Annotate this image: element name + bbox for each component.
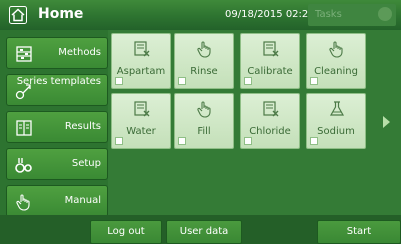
shortcut-area: Aspartam Rinse Calibrate Cleaning Water …	[108, 30, 401, 215]
shortcut-label: Calibrate	[247, 66, 293, 77]
sidebar-item-results[interactable]: Results	[6, 111, 108, 143]
sidebar-item-label: Manual	[64, 195, 101, 206]
tasks-button[interactable]: Tasks	[308, 4, 396, 26]
methods-icon	[16, 46, 32, 62]
shortcut-label: Cleaning	[314, 66, 358, 77]
shortcut-corner-icon	[244, 137, 252, 145]
method-icon	[263, 101, 279, 117]
tasks-indicator-icon	[378, 7, 392, 21]
shortcut-label: Aspartam	[116, 66, 166, 77]
shortcut-corner-icon	[310, 77, 318, 85]
shortcut-chloride[interactable]: Chloride	[240, 93, 300, 149]
shortcut-corner-icon	[310, 137, 318, 145]
shortcut-rinse[interactable]: Rinse	[174, 33, 234, 89]
sidebar-item-series-templates[interactable]: Series templates	[6, 74, 108, 106]
sidebar-item-label: Results	[64, 121, 101, 132]
shortcut-calibrate[interactable]: Calibrate	[240, 33, 300, 89]
shortcut-fill[interactable]: Fill	[174, 93, 234, 149]
home-icon[interactable]	[9, 6, 27, 24]
shortcut-corner-icon	[178, 77, 186, 85]
shortcut-corner-icon	[115, 77, 123, 85]
tasks-label: Tasks	[315, 9, 342, 20]
shortcut-label: Chloride	[249, 126, 291, 137]
shortcut-label: Water	[126, 126, 156, 137]
sidebar-item-setup[interactable]: Setup	[6, 148, 108, 180]
header-bar: Home 09/18/2015 02:25 pm Tasks	[0, 0, 401, 31]
sidebar-item-methods[interactable]: Methods	[6, 37, 108, 69]
sidebar: Methods Series templates Results Setup M…	[0, 30, 108, 217]
shortcut-corner-icon	[244, 77, 252, 85]
results-icon	[16, 120, 32, 136]
method-icon	[134, 101, 150, 117]
sidebar-item-label: Methods	[58, 47, 101, 58]
shortcut-label: Fill	[197, 126, 211, 137]
hand-icon	[329, 41, 343, 58]
user-data-button[interactable]: User data	[166, 220, 242, 244]
shortcut-corner-icon	[115, 137, 123, 145]
shortcut-label: Rinse	[190, 66, 218, 77]
logout-button[interactable]: Log out	[90, 220, 162, 244]
start-button[interactable]: Start	[317, 220, 401, 244]
shortcut-sodium[interactable]: Sodium	[306, 93, 366, 149]
shortcut-corner-icon	[178, 137, 186, 145]
next-page-arrow-icon[interactable]	[383, 116, 390, 128]
shortcut-cleaning[interactable]: Cleaning	[306, 33, 366, 89]
setup-icon	[15, 158, 32, 173]
shortcut-aspartam[interactable]: Aspartam	[111, 33, 171, 89]
hand-icon	[197, 101, 211, 118]
sidebar-item-label: Setup	[71, 158, 101, 169]
shortcut-label: Sodium	[317, 126, 355, 137]
method-icon	[263, 41, 279, 57]
flask-icon	[329, 101, 345, 116]
shortcut-water[interactable]: Water	[111, 93, 171, 149]
sidebar-item-label: Series templates	[16, 76, 101, 87]
method-icon	[134, 41, 150, 57]
sidebar-item-manual[interactable]: Manual	[6, 185, 108, 217]
hand-icon	[16, 194, 30, 211]
hand-icon	[197, 41, 211, 58]
page-title: Home	[38, 6, 84, 22]
